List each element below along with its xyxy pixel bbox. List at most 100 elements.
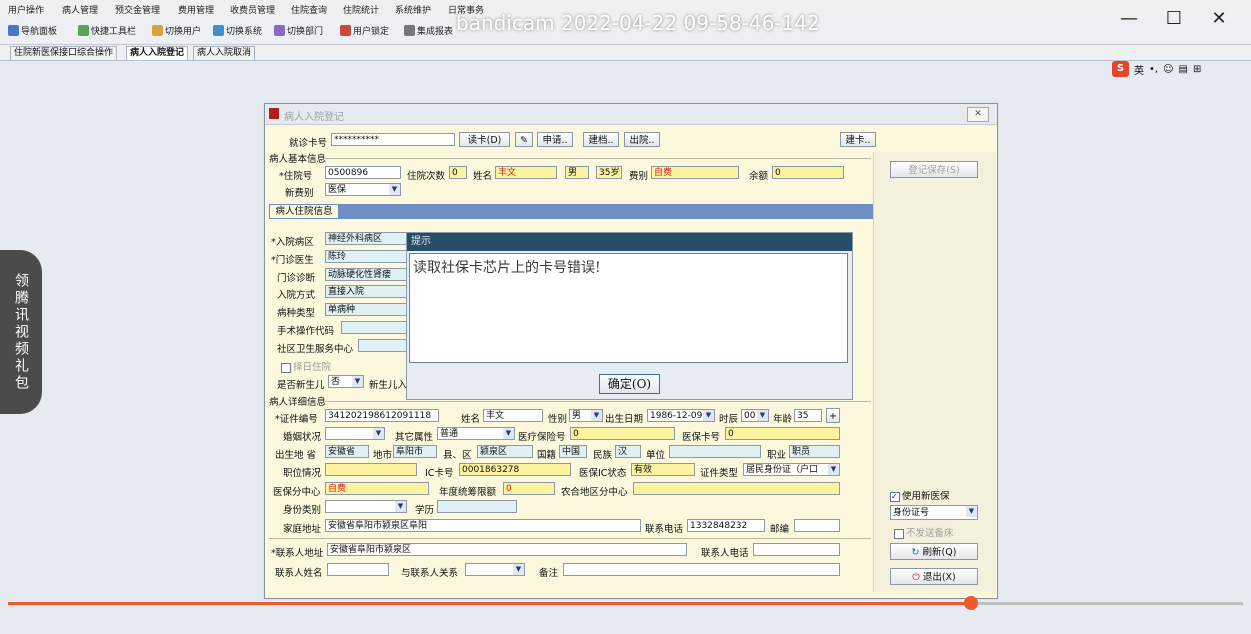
tab-insurance-ops[interactable]: 住院新医保接口综合操作 — [10, 46, 118, 60]
toolbar-switch-user-button[interactable]: 切换用户 — [152, 24, 201, 37]
sogou-logo-icon[interactable]: S — [1112, 61, 1129, 77]
menu-item-system[interactable]: 系统维护 — [395, 3, 431, 16]
punctuation-icon[interactable]: •, — [1149, 64, 1158, 75]
note-field[interactable] — [563, 563, 840, 576]
inpatient-no-field[interactable]: 0500896 — [325, 166, 401, 179]
make-card-button[interactable]: 建卡.. — [840, 132, 876, 147]
menu-item-fee[interactable]: 费用管理 — [178, 3, 214, 16]
same-day-checkbox[interactable]: 择日住院 — [281, 359, 331, 373]
balance-field[interactable]: 0 — [772, 166, 844, 179]
zip-field[interactable] — [794, 519, 840, 532]
toolbar-report-button[interactable]: 集成报表 — [404, 24, 453, 37]
register-save-button[interactable]: 登记保存(S) — [890, 161, 978, 178]
contact-phone-field[interactable] — [753, 543, 840, 556]
contact-name-field[interactable] — [327, 563, 389, 576]
diagnosis-label: 门诊诊断 — [277, 273, 316, 284]
refresh-button[interactable]: ↻ 刷新(Q) — [890, 543, 978, 560]
minimize-button[interactable]: — — [1114, 8, 1144, 29]
age-stepper[interactable]: 35 — [794, 409, 822, 422]
fee-type-label: 费别 — [629, 171, 649, 182]
rural-center-field[interactable] — [633, 482, 840, 495]
menu-item-stats[interactable]: 住院统计 — [343, 3, 379, 16]
address-field[interactable]: 安徽省阜阳市颍泉区阜阳 — [325, 519, 641, 532]
nation-field[interactable]: 中国 — [559, 445, 587, 458]
apply-button[interactable]: 申请.. — [537, 132, 573, 147]
promo-side-pill[interactable]: 领腾讯视频礼包 — [0, 250, 42, 414]
emoji-icon[interactable]: ☺ — [1163, 64, 1173, 75]
title-field[interactable] — [325, 463, 417, 476]
new-fee-type-select[interactable]: 医保 — [325, 183, 401, 196]
add-button[interactable]: + — [826, 408, 840, 423]
education-field[interactable] — [437, 500, 517, 513]
menu-item-query[interactable]: 住院查询 — [291, 3, 327, 16]
ethnic-field[interactable]: 汉 — [615, 445, 641, 458]
hour-select[interactable]: 00 — [741, 409, 769, 422]
toolbar-nav-button[interactable]: 导航面板 — [8, 24, 57, 37]
insurance-no-field[interactable]: 0 — [570, 427, 675, 440]
city-field[interactable]: 阜阳市 — [393, 445, 437, 458]
marital-select[interactable] — [325, 427, 385, 440]
county-field[interactable]: 颍泉区 — [477, 445, 533, 458]
detail-gender-select[interactable]: 男 — [569, 409, 603, 422]
card-input[interactable]: ********** — [331, 133, 455, 146]
disease-type-field[interactable]: 单病种 — [325, 303, 409, 316]
no-bed-checkbox[interactable]: 不发送备床 — [894, 525, 954, 539]
age-field[interactable]: 35岁 — [596, 166, 622, 179]
toolbar-switch-system-button[interactable]: 切换系统 — [213, 24, 262, 37]
newborn-select[interactable]: 否 — [328, 375, 364, 388]
toolbar-lock-button[interactable]: 用户锁定 — [340, 24, 389, 37]
name-field[interactable]: 丰文 — [495, 166, 557, 179]
id-type-select[interactable]: 身份证号 — [890, 505, 978, 520]
use-new-insurance-checkbox[interactable]: 使用新医保 — [890, 488, 950, 502]
fee-type-field[interactable]: 自费 — [651, 166, 739, 179]
phone-field[interactable]: 1332848232 — [687, 519, 765, 532]
ic-status-field[interactable]: 有效 — [631, 463, 695, 476]
ic-no-field[interactable]: 0001863278 — [459, 463, 571, 476]
menu-item-patient[interactable]: 病人管理 — [62, 3, 98, 16]
doc-type-select[interactable]: 居民身份证（户口 — [743, 463, 840, 476]
tab-inpatient-info[interactable]: 病人住院信息 — [269, 204, 339, 219]
tab-admission-cancel[interactable]: 病人入院取消 — [193, 46, 256, 60]
identity-select[interactable] — [325, 500, 407, 513]
doc-type-label: 证件类型 — [700, 468, 739, 479]
ic-no-label: IC卡号 — [425, 468, 454, 479]
insurance-card-field[interactable]: 0 — [725, 427, 840, 440]
discharge-button[interactable]: 出院.. — [624, 132, 660, 147]
ime-mode[interactable]: 英 — [1134, 62, 1144, 77]
keyboard-icon[interactable]: ▤ — [1179, 64, 1188, 75]
surgery-field[interactable] — [341, 321, 409, 334]
times-field[interactable]: 0 — [449, 166, 467, 179]
exit-button[interactable]: ⏻ 退出(X) — [890, 568, 978, 585]
admission-way-field[interactable]: 直接入院 — [325, 285, 409, 298]
contact-address-field[interactable]: 安徽省阜阳市颍泉区 — [327, 543, 687, 556]
create-record-button[interactable]: 建档.. — [583, 132, 619, 147]
toolbar-switch-dept-button[interactable]: 切换部门 — [274, 24, 323, 37]
job-field[interactable]: 职员 — [789, 445, 840, 458]
menu-item-deposit[interactable]: 预交金管理 — [115, 3, 160, 16]
toolbar-shortcut-button[interactable]: 快捷工具栏 — [78, 24, 136, 37]
tab-admission-register[interactable]: 病人入院登记 — [126, 46, 189, 60]
broom-button[interactable]: ✎ — [515, 132, 533, 147]
menu-item-cashier[interactable]: 收费员管理 — [230, 3, 275, 16]
relation-select[interactable] — [465, 563, 525, 576]
ward-field[interactable]: 神经外科病区 — [325, 232, 409, 245]
detail-name-field[interactable]: 丰文 — [483, 409, 543, 422]
birth-date-field[interactable]: 1986-12-09 — [647, 409, 715, 422]
insurance-center-field[interactable]: 自费 — [325, 482, 429, 495]
diagnosis-field[interactable]: 动脉硬化性肾瘘 — [325, 268, 409, 281]
menu-item-user[interactable]: 用户操作 — [8, 3, 44, 16]
community-field[interactable] — [358, 339, 409, 352]
maximize-button[interactable]: ☐ — [1159, 8, 1189, 29]
unit-field[interactable] — [669, 445, 761, 458]
grid-icon[interactable]: ⊞ — [1193, 64, 1201, 75]
read-card-button[interactable]: 读卡(D) — [459, 132, 510, 147]
alert-ok-button[interactable]: 确定(O) — [599, 374, 660, 394]
annual-limit-field[interactable]: 0 — [503, 482, 555, 495]
id-no-field[interactable]: 341202198612091118 — [325, 409, 439, 422]
other-attr-select[interactable]: 普通 — [437, 427, 515, 440]
gender-field[interactable]: 男 — [565, 166, 589, 179]
close-button[interactable]: ✕ — [1204, 8, 1234, 29]
province-field[interactable]: 安徽省 — [325, 445, 369, 458]
doctor-field[interactable]: 陈玲 — [325, 250, 409, 263]
dialog-close-button[interactable]: ✕ — [967, 107, 989, 122]
